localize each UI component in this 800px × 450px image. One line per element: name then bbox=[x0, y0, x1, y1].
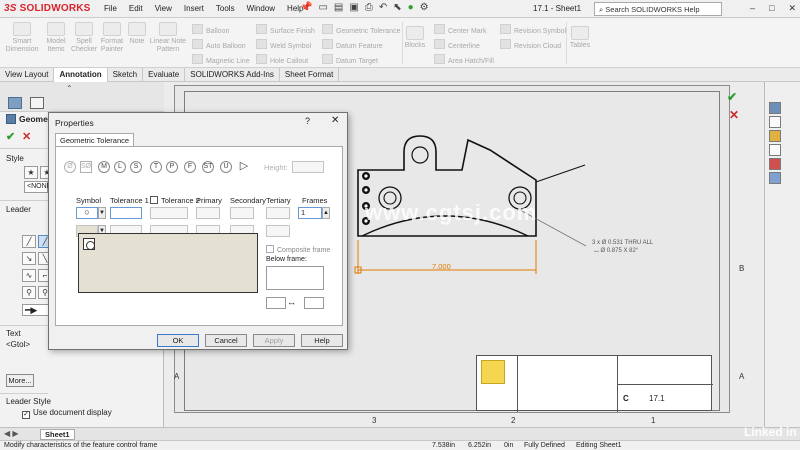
datum-right-input[interactable] bbox=[304, 297, 324, 309]
symbol-select-row1[interactable]: ○ bbox=[76, 207, 98, 219]
status-bar: Modify characteristics of the feature co… bbox=[0, 440, 800, 450]
frames-input[interactable]: 1 bbox=[298, 207, 322, 219]
frames-spinner-arrow[interactable]: ▲ bbox=[322, 207, 330, 219]
sheet-tab-sheet1[interactable]: Sheet1 bbox=[40, 429, 75, 440]
appearances-icon[interactable] bbox=[769, 158, 781, 170]
dialog-help-icon[interactable]: ? bbox=[305, 116, 310, 126]
diameter-symbol-icon[interactable]: Ø bbox=[64, 161, 76, 173]
frames-column-header: Frames bbox=[302, 196, 328, 205]
hole-callout-text-2[interactable]: ⌴ Ø 0.875 X 82° bbox=[594, 248, 638, 255]
secondary-column-header: Secondary bbox=[230, 196, 266, 205]
linkedin-logo: Linked in bbox=[744, 425, 797, 439]
cancel-button[interactable]: Cancel bbox=[205, 334, 247, 347]
sheet-nav-arrows-icon[interactable]: ◀ ▶ bbox=[4, 429, 19, 438]
title-block-line bbox=[517, 356, 518, 412]
tangent-plane-icon[interactable]: T bbox=[150, 161, 162, 173]
below-frame-input[interactable] bbox=[266, 266, 324, 290]
primary-datum-input-row1[interactable] bbox=[196, 207, 220, 219]
custom-properties-icon[interactable] bbox=[769, 172, 781, 184]
ok-button[interactable]: OK bbox=[157, 334, 199, 347]
dialog-title: Properties bbox=[55, 118, 94, 128]
status-editing: Editing Sheet1 bbox=[576, 442, 622, 449]
status-message: Modify characteristics of the feature co… bbox=[4, 442, 158, 449]
free-state-icon[interactable]: F bbox=[184, 161, 196, 173]
unequally-disposed-icon[interactable]: U bbox=[220, 161, 232, 173]
statistical-icon[interactable]: ST bbox=[202, 161, 214, 173]
sheet-tabs-bar: ◀ ▶ Sheet1 bbox=[0, 427, 800, 440]
feature-control-frame-preview bbox=[78, 233, 258, 293]
datum-left-input[interactable] bbox=[266, 297, 286, 309]
lmc-symbol-icon[interactable]: L bbox=[114, 161, 126, 173]
properties-dialog: Properties ? ✕ Geometric Tolerance Ø SØ … bbox=[48, 112, 348, 350]
help-button[interactable]: Help bbox=[301, 334, 343, 347]
checkbox-icon bbox=[150, 196, 158, 204]
title-block-line bbox=[618, 384, 713, 385]
hole-callout-text-1[interactable]: 3 x Ø 0.531 THRU ALL bbox=[592, 240, 653, 246]
tertiary-datum-input-row2[interactable] bbox=[266, 225, 290, 237]
confirm-corner-cancel-icon[interactable]: ✕ bbox=[729, 108, 739, 122]
status-z-coordinate: 0in bbox=[504, 442, 514, 449]
projected-tolerance-icon[interactable]: P bbox=[166, 161, 178, 173]
task-pane-tabs: ✔ ✕ bbox=[727, 82, 800, 427]
overall-dimension[interactable]: 7.000 bbox=[432, 262, 451, 271]
spherical-diameter-icon[interactable]: SØ bbox=[80, 161, 92, 173]
tolerance1-column-header: Tolerance 1 bbox=[110, 196, 149, 205]
sheet-size: C bbox=[623, 394, 629, 403]
view-palette-icon[interactable] bbox=[769, 144, 781, 156]
symbol-column-header: Symbol bbox=[76, 196, 102, 205]
secondary-datum-input-row1[interactable] bbox=[230, 207, 254, 219]
tolerance2-checkbox[interactable]: Tolerance 2 bbox=[150, 196, 200, 205]
double-arrow-icon: ↔ bbox=[287, 297, 296, 307]
company-logo-icon bbox=[481, 360, 505, 384]
confirm-corner-ok-icon[interactable]: ✔ bbox=[727, 90, 737, 104]
file-explorer-icon[interactable] bbox=[769, 130, 781, 142]
rfs-symbol-icon[interactable]: S bbox=[130, 161, 142, 173]
symbol-dropdown-arrow[interactable]: ▼ bbox=[98, 207, 106, 219]
below-frame-label: Below frame: bbox=[266, 256, 307, 263]
checkbox-icon bbox=[266, 245, 274, 253]
composite-frame-checkbox[interactable]: Composite frame bbox=[266, 245, 330, 254]
geometric-tolerance-panel: Ø SØ M L S T P F ST U ▷ Height: Symbol T… bbox=[55, 146, 343, 326]
title-block[interactable]: C 17.1 bbox=[476, 355, 713, 412]
tolerance1-input-row1[interactable] bbox=[110, 207, 142, 219]
status-y-coordinate: 6.252in bbox=[468, 442, 491, 449]
status-sketch-state: Fully Defined bbox=[524, 442, 565, 449]
tertiary-column-header: Tertiary bbox=[266, 196, 291, 205]
dialog-close-button[interactable]: ✕ bbox=[331, 115, 339, 126]
design-library-icon[interactable] bbox=[769, 116, 781, 128]
drawing-number: 17.1 bbox=[649, 394, 665, 403]
watermark-text: www.cgtsj.com bbox=[365, 200, 538, 225]
status-x-coordinate: 7.538in bbox=[432, 442, 455, 449]
height-input[interactable] bbox=[292, 161, 324, 173]
height-label: Height: bbox=[264, 163, 288, 172]
position-symbol-icon bbox=[83, 238, 95, 250]
solidworks-resources-icon[interactable] bbox=[769, 102, 781, 114]
mmc-symbol-icon[interactable]: M bbox=[98, 161, 110, 173]
apply-button[interactable]: Apply bbox=[253, 334, 295, 347]
primary-column-header: Primary bbox=[196, 196, 222, 205]
tolerance2-input-row1[interactable] bbox=[150, 207, 188, 219]
tab-geometric-tolerance[interactable]: Geometric Tolerance bbox=[55, 133, 135, 147]
projected-zone-icon[interactable]: ▷ bbox=[238, 161, 250, 173]
tertiary-datum-input-row1[interactable] bbox=[266, 207, 290, 219]
